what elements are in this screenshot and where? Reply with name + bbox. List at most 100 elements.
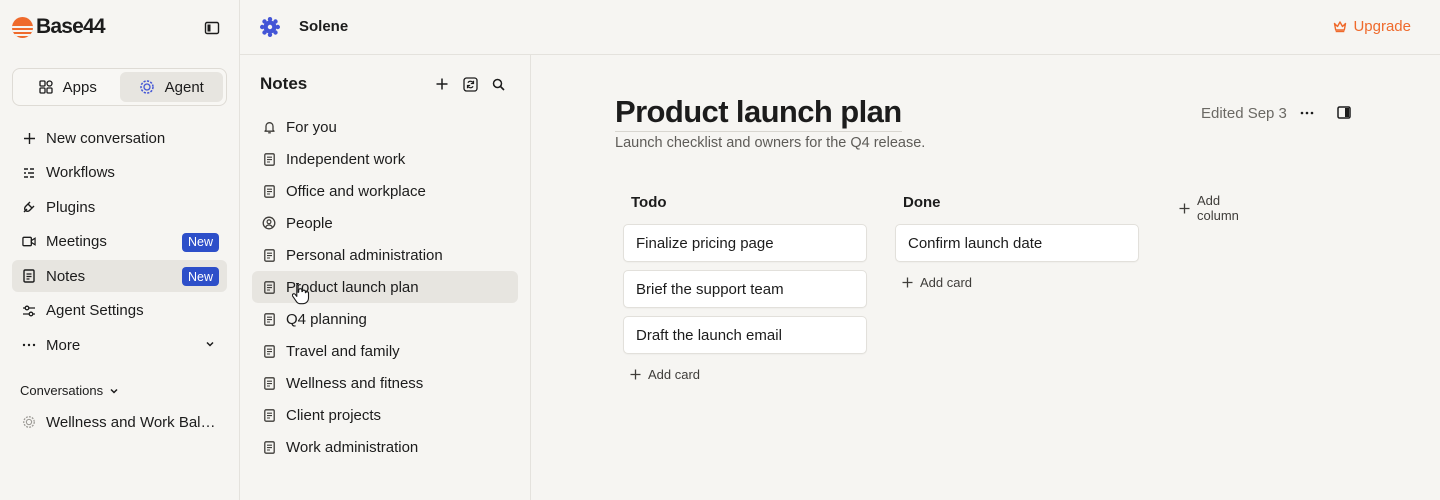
note-item[interactable]: Office and workplace (252, 175, 518, 207)
sidebar-item-meetings[interactable]: Meetings New (12, 226, 227, 258)
board-card[interactable]: Confirm launch date (895, 224, 1139, 262)
sidebar-nav: New conversation Workflows Plugins Meeti… (12, 122, 227, 364)
note-item[interactable]: Work administration (252, 431, 518, 463)
note-item[interactable]: Independent work (252, 143, 518, 175)
note-item-label: Office and workplace (286, 182, 426, 200)
sidebar: Base44 Apps Agent New conversation Workf… (0, 0, 240, 500)
board-card[interactable]: Draft the launch email (623, 316, 867, 354)
sidebar-item-label: New conversation (46, 129, 166, 147)
apps-tab-label: Apps (62, 78, 97, 96)
note-item-label: Personal administration (286, 246, 443, 264)
brand-name: Base44 (36, 15, 106, 38)
page-title[interactable]: Product launch plan (615, 94, 902, 132)
note-item[interactable]: Travel and family (252, 335, 518, 367)
note-item[interactable]: Q4 planning (252, 303, 518, 335)
document-icon (262, 376, 276, 390)
note-item-label: Product launch plan (286, 278, 419, 296)
document-icon (262, 280, 276, 294)
brand-logo[interactable]: Base44 (12, 14, 106, 40)
note-item[interactable]: For you (252, 111, 518, 143)
refresh-icon[interactable] (462, 76, 478, 92)
person-icon (262, 216, 276, 230)
note-item[interactable]: Wellness and fitness (252, 367, 518, 399)
page-description[interactable]: Launch checklist and owners for the Q4 r… (615, 135, 925, 151)
add-column-button[interactable]: Add column (1179, 193, 1239, 223)
sidebar-item-more[interactable]: More (12, 329, 227, 361)
conversations-label: Conversations (20, 383, 104, 398)
top-bar: Solene Upgrade (240, 0, 1440, 55)
notes-panel: Notes For you Independent work Office and … (240, 55, 531, 500)
document-icon (262, 184, 276, 198)
sidebar-item-label: Meetings (46, 233, 107, 250)
note-item[interactable]: Personal administration (252, 239, 518, 271)
notes-list: For you Independent work Office and workpl… (252, 111, 518, 463)
conversation-title: Wellness and Work Balance (46, 413, 218, 431)
sidebar-item-plugins[interactable]: Plugins (12, 191, 227, 223)
add-column-label: Add column (1197, 193, 1239, 223)
note-item[interactable]: Client projects (252, 399, 518, 431)
sidebar-item-label: More (46, 336, 81, 354)
conversation-item[interactable]: Wellness and Work Balance (12, 406, 227, 438)
plus-icon (22, 131, 36, 145)
workflows-icon (22, 166, 36, 180)
sidebar-item-label: Agent Settings (46, 302, 144, 319)
sidebar-item-label: Notes (46, 267, 86, 285)
new-badge: New (181, 232, 219, 252)
note-item-label: For you (286, 118, 337, 136)
apps-tab[interactable]: Apps (16, 72, 120, 102)
board-card[interactable]: Brief the support team (623, 270, 867, 308)
note-item-label: Travel and family (286, 342, 400, 360)
plug-icon (22, 200, 36, 214)
workspace-name[interactable]: Solene (299, 18, 348, 35)
more-options-icon[interactable] (1297, 105, 1317, 121)
column-title[interactable]: Todo (631, 194, 667, 211)
notes-panel-title: Notes (260, 74, 308, 93)
note-editor: Product launch plan Launch checklist and… (531, 55, 1440, 500)
base44-logo-icon (12, 16, 33, 38)
chevron-down-icon (205, 339, 215, 349)
note-item-label: Client projects (286, 406, 382, 424)
note-item-label: People (286, 214, 333, 232)
document-icon (262, 440, 276, 454)
sidebar-collapse-icon[interactable] (204, 20, 220, 36)
more-icon (22, 338, 36, 352)
document-icon (262, 248, 276, 262)
notes-icon (22, 269, 36, 283)
note-item-label: Work administration (286, 438, 419, 456)
plus-icon (902, 277, 913, 288)
board-card[interactable]: Finalize pricing page (623, 224, 867, 262)
note-item[interactable]: Product launch plan (252, 271, 518, 303)
chevron-down-icon (109, 386, 119, 396)
crown-icon (1333, 20, 1347, 33)
agent-tab-label: Agent (164, 78, 204, 96)
new-badge: New (181, 267, 219, 286)
sidebar-item-label: Plugins (46, 198, 96, 216)
note-item-label: Independent work (286, 150, 406, 168)
conversations-header[interactable]: Conversations (20, 383, 119, 398)
sidebar-item-label: Workflows (46, 164, 115, 181)
plus-icon (1179, 203, 1190, 214)
side-panel-toggle-icon[interactable] (1337, 106, 1353, 120)
agent-icon (22, 415, 36, 429)
note-item[interactable]: People (252, 207, 518, 239)
document-icon (262, 408, 276, 422)
workspace-icon[interactable] (260, 17, 280, 37)
add-card-button[interactable]: Add card (902, 275, 972, 290)
search-icon[interactable] (490, 76, 506, 92)
note-item-label: Q4 planning (286, 310, 367, 328)
video-icon (22, 235, 36, 249)
document-icon (262, 312, 276, 326)
column-title[interactable]: Done (903, 194, 941, 211)
agent-tab[interactable]: Agent (119, 72, 223, 102)
plus-icon[interactable] (434, 76, 450, 92)
document-icon (262, 344, 276, 358)
upgrade-label: Upgrade (1353, 18, 1411, 35)
add-card-button[interactable]: Add card (630, 367, 700, 382)
sidebar-item-workflows[interactable]: Workflows (12, 157, 227, 189)
sidebar-item-agent-settings[interactable]: Agent Settings (12, 295, 227, 327)
sidebar-item-new-conversation[interactable]: New conversation (12, 122, 227, 154)
sidebar-item-notes[interactable]: Notes New (12, 260, 227, 292)
upgrade-button[interactable]: Upgrade (1333, 18, 1411, 35)
add-card-label: Add card (648, 367, 701, 382)
bell-icon (262, 120, 276, 134)
